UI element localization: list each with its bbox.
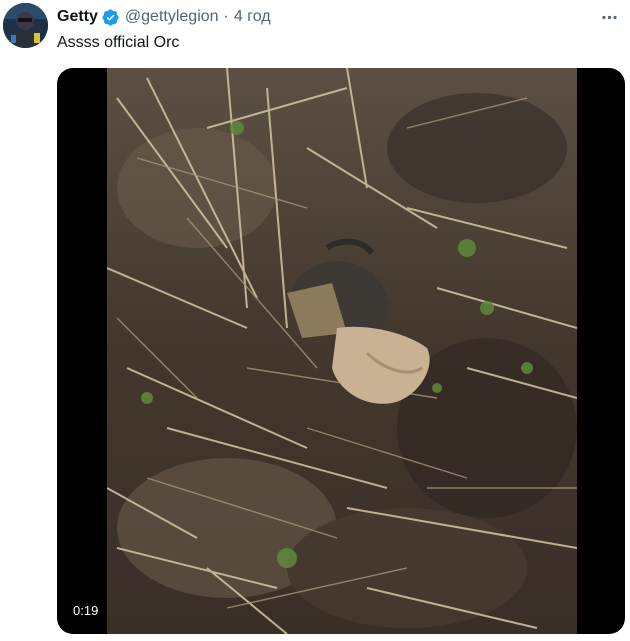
video-thumbnail [107, 68, 577, 634]
avatar-image [3, 3, 48, 48]
video-duration-badge: 0:19 [67, 600, 105, 622]
video-player[interactable]: 0:19 [57, 68, 625, 634]
more-options-button[interactable] [594, 4, 624, 30]
tweet-timestamp[interactable]: 4 год [234, 6, 271, 28]
tweet-card[interactable]: Getty @gettylegion · 4 год Assss officia… [0, 0, 630, 641]
avatar[interactable] [3, 3, 48, 48]
author-handle[interactable]: @gettylegion [125, 6, 219, 28]
more-horizontal-icon [601, 15, 617, 19]
header-separator: · [223, 8, 229, 25]
verified-badge-icon [101, 8, 120, 27]
tweet-header: Getty @gettylegion · 4 год [57, 6, 271, 28]
tweet-text: Assss official Orc [57, 34, 180, 51]
author-display-name[interactable]: Getty [57, 6, 98, 28]
